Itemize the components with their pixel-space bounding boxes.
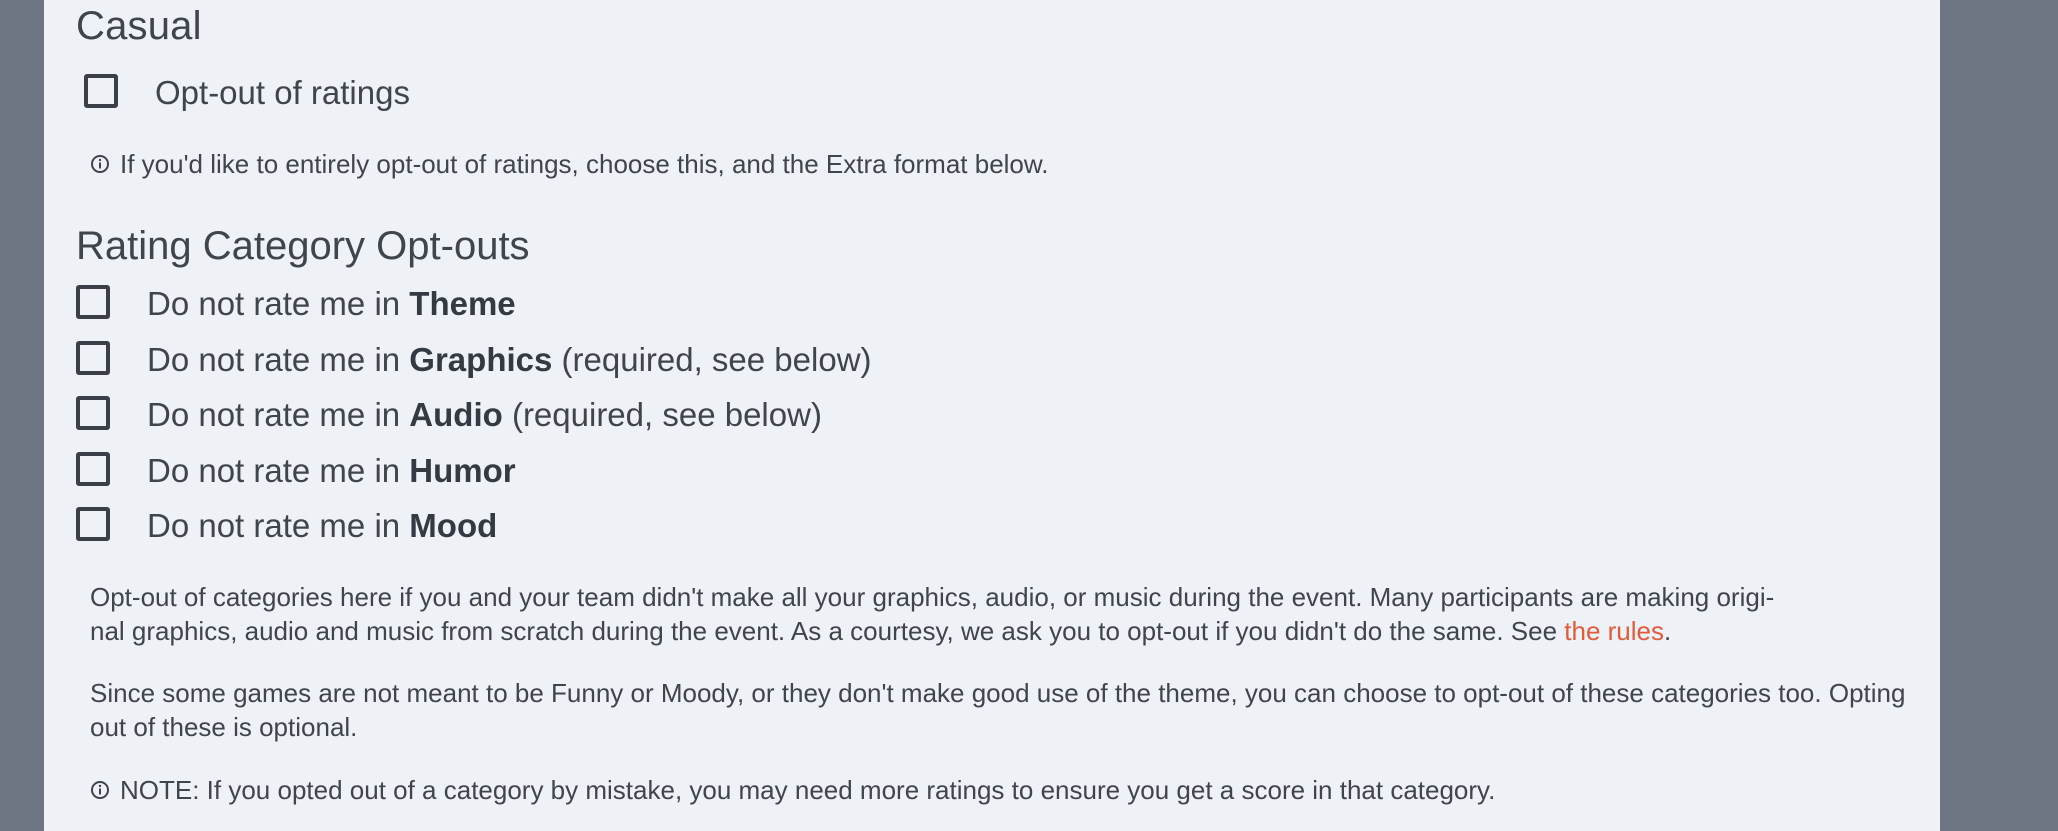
opt-out-ratings-checkbox[interactable] bbox=[84, 74, 118, 108]
category-name: Theme bbox=[409, 285, 516, 322]
mistake-note-text: NOTE: If you opted out of a category by … bbox=[120, 775, 1496, 805]
required-note: (required, see below) bbox=[561, 341, 872, 378]
optout-humor-checkbox[interactable] bbox=[76, 452, 110, 486]
opt-out-ratings-label[interactable]: Opt-out of ratings bbox=[155, 76, 410, 109]
casual-heading: Casual bbox=[76, 4, 202, 48]
explanation-line2: nal graphics, audio and music from scrat… bbox=[90, 616, 1565, 646]
optout-prefix: Do not rate me in bbox=[147, 396, 401, 433]
optout-theme-label[interactable]: Do not rate me in Theme bbox=[147, 287, 516, 320]
casual-note-text: If you'd like to entirely opt-out of rat… bbox=[120, 149, 1049, 179]
optout-humor-label[interactable]: Do not rate me in Humor bbox=[147, 454, 516, 487]
optout-mood-checkbox[interactable] bbox=[76, 507, 110, 541]
optout-audio-checkbox[interactable] bbox=[76, 396, 110, 430]
optout-prefix: Do not rate me in bbox=[147, 285, 401, 322]
optout-theme-checkbox[interactable] bbox=[76, 285, 110, 319]
optout-explanation: Opt-out of categories here if you and yo… bbox=[90, 580, 1930, 648]
casual-note: If you'd like to entirely opt-out of rat… bbox=[90, 151, 1048, 177]
mistake-note: NOTE: If you opted out of a category by … bbox=[90, 777, 1495, 803]
category-name: Graphics bbox=[409, 341, 553, 378]
optional-explanation: Since some games are not meant to be Fun… bbox=[90, 678, 1906, 742]
form-panel: Casual Opt-out of ratings If you'd like … bbox=[44, 0, 1940, 831]
required-note: (required, see below) bbox=[511, 396, 822, 433]
optout-graphics-label[interactable]: Do not rate me in Graphics (required, se… bbox=[147, 343, 872, 376]
info-icon bbox=[91, 781, 109, 799]
optout-audio-label[interactable]: Do not rate me in Audio (required, see b… bbox=[147, 398, 822, 431]
category-name: Mood bbox=[409, 507, 498, 544]
category-name: Humor bbox=[409, 452, 516, 489]
optout-prefix: Do not rate me in bbox=[147, 452, 401, 489]
rules-link[interactable]: the rules bbox=[1564, 616, 1664, 646]
optout-graphics-checkbox[interactable] bbox=[76, 341, 110, 375]
explanation-end: . bbox=[1664, 616, 1672, 646]
category-name: Audio bbox=[409, 396, 503, 433]
optout-mood-label[interactable]: Do not rate me in Mood bbox=[147, 509, 497, 542]
optout-prefix: Do not rate me in bbox=[147, 341, 401, 378]
explanation-line1: Opt-out of categories here if you and yo… bbox=[90, 582, 1775, 612]
rating-optouts-heading: Rating Category Opt-outs bbox=[76, 224, 530, 268]
info-icon bbox=[91, 155, 109, 173]
optout-prefix: Do not rate me in bbox=[147, 507, 401, 544]
